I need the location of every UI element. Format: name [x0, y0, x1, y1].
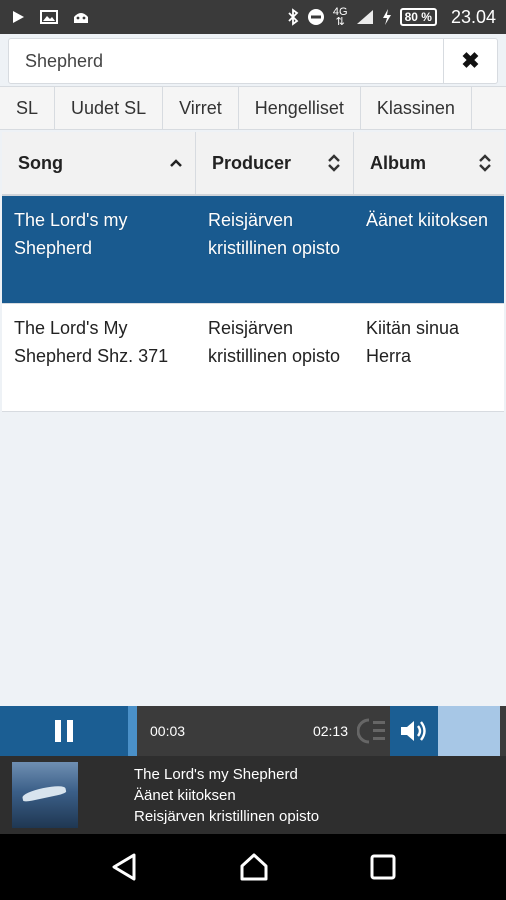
- cell-song: The Lord's my Shepherd: [14, 210, 128, 258]
- recents-icon[interactable]: [370, 854, 396, 880]
- tab-klassinen[interactable]: Klassinen: [361, 87, 472, 129]
- network-type: 4G: [332, 6, 348, 18]
- battery-indicator: 80 %: [399, 8, 437, 26]
- table-header: Song Producer Album: [2, 132, 504, 196]
- charging-icon: [382, 9, 391, 25]
- column-header-album[interactable]: Album: [354, 132, 504, 194]
- volume-button[interactable]: [390, 706, 438, 756]
- cast-button[interactable]: [354, 706, 390, 756]
- table-row[interactable]: The Lord's my Shepherd Reisjärven kristi…: [2, 196, 504, 304]
- volume-icon: [401, 721, 426, 741]
- cell-album: Äänet kiitoksen: [366, 210, 489, 230]
- column-header-producer[interactable]: Producer: [196, 132, 354, 194]
- pause-icon: [55, 720, 73, 742]
- column-header-label: Song: [18, 152, 63, 173]
- now-playing-album: Äänet kiitoksen: [134, 786, 236, 804]
- cell-song: The Lord's My Shepherd Shz. 371: [14, 318, 169, 366]
- category-tabs: SL Uudet SL Virret Hengelliset Klassinen: [0, 86, 506, 130]
- pause-button[interactable]: [0, 706, 128, 756]
- status-notifications: [10, 9, 90, 25]
- cell-producer: Reisjärven kristillinen opisto: [208, 210, 341, 258]
- seek-progress: [128, 706, 138, 756]
- cell-album: Kiitän sinua Herra: [366, 318, 460, 366]
- current-time: 00:03: [150, 723, 186, 739]
- total-time: 02:13: [312, 723, 348, 739]
- now-playing-panel[interactable]: The Lord's my Shepherd Äänet kiitoksen R…: [0, 756, 506, 834]
- tab-uudet-sl[interactable]: Uudet SL: [55, 87, 164, 129]
- table-row[interactable]: The Lord's My Shepherd Shz. 371 Reisjärv…: [2, 304, 504, 412]
- clock: 23.04: [450, 6, 496, 27]
- tab-sl[interactable]: SL: [0, 87, 56, 129]
- search-input[interactable]: [9, 39, 443, 83]
- bluetooth-icon: [288, 8, 299, 26]
- home-icon[interactable]: [238, 852, 270, 882]
- close-icon: ✖: [461, 48, 480, 73]
- cast-icon: [357, 718, 385, 744]
- column-header-label: Album: [370, 152, 426, 173]
- cell-producer: Reisjärven kristillinen opisto: [208, 318, 341, 366]
- tab-hengelliset[interactable]: Hengelliset: [239, 87, 361, 129]
- do-not-disturb-icon: [307, 9, 324, 25]
- player-controls: 00:03 02:13: [0, 706, 506, 756]
- sort-icon: [327, 153, 341, 173]
- album-art: [12, 762, 78, 828]
- clear-search-button[interactable]: ✖: [443, 39, 497, 83]
- navigation-bar: [0, 834, 506, 900]
- play-notification-icon: [13, 11, 24, 23]
- results-table: Song Producer Album The Lord's my Shephe…: [2, 132, 504, 412]
- status-bar: 4G ⇅ 80 % 23.04: [0, 0, 506, 34]
- search-bar: ✖: [8, 38, 498, 84]
- now-playing-title: The Lord's my Shepherd: [134, 765, 298, 783]
- signal-icon: [356, 10, 373, 24]
- now-playing-info: The Lord's my Shepherd Äänet kiitoksen R…: [134, 764, 319, 827]
- network-indicator: 4G ⇅: [332, 6, 348, 28]
- now-playing-producer: Reisjärven kristillinen opisto: [134, 807, 320, 825]
- column-header-label: Producer: [212, 152, 292, 173]
- back-icon[interactable]: [110, 852, 138, 882]
- volume-slider[interactable]: [438, 706, 506, 756]
- seek-bar[interactable]: 00:03 02:13: [128, 706, 354, 756]
- sort-icon: [478, 153, 492, 173]
- column-header-song[interactable]: Song: [2, 132, 196, 194]
- tab-virret[interactable]: Virret: [163, 87, 239, 129]
- image-notification-icon: [40, 10, 58, 24]
- android-notification-icon: [74, 13, 88, 23]
- sort-ascending-icon: [169, 158, 183, 168]
